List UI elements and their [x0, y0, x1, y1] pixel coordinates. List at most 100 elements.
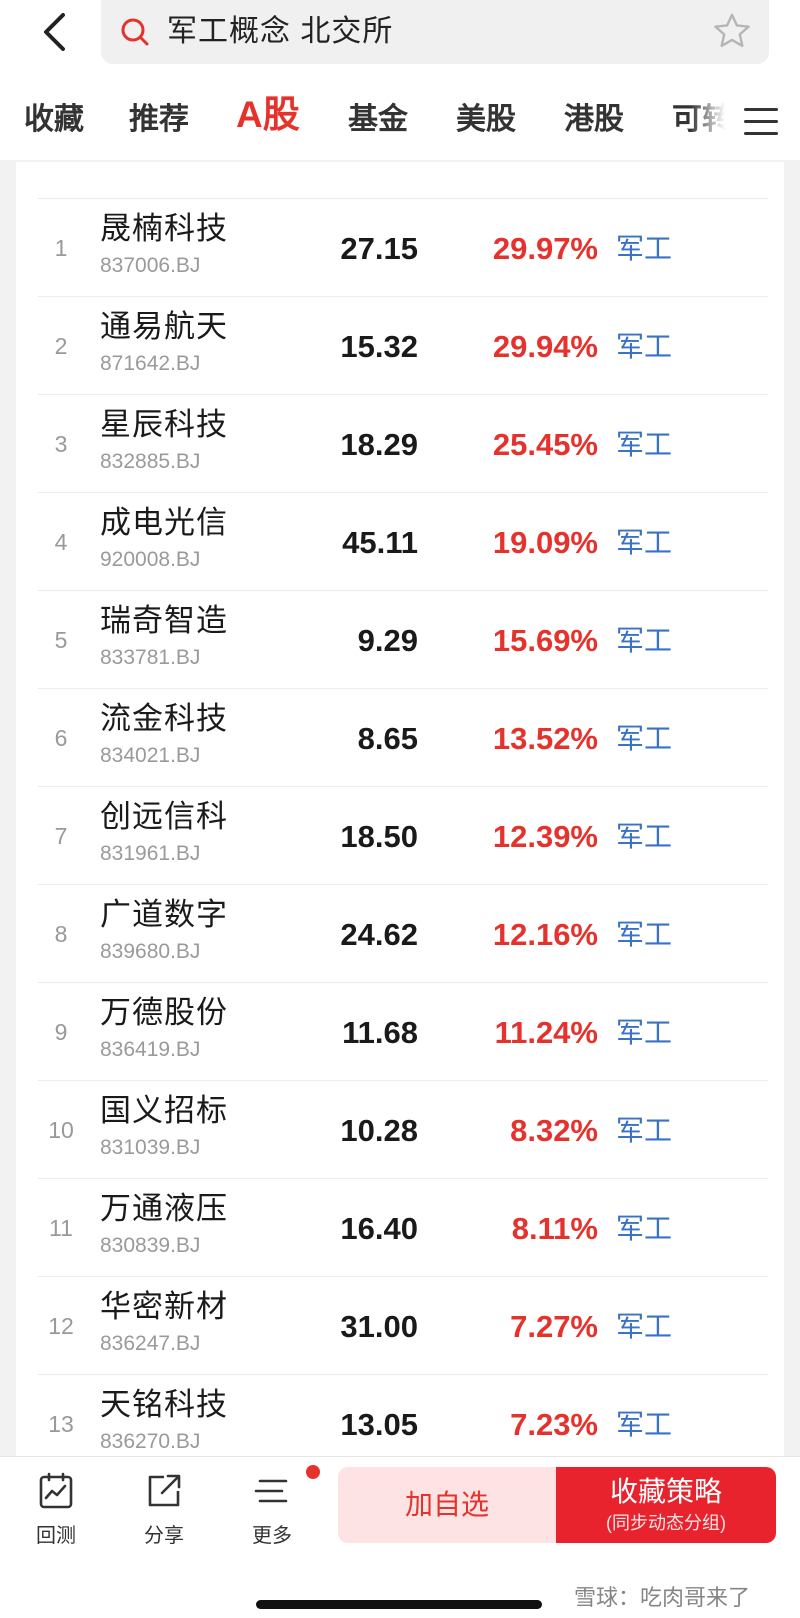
- stock-price: 18.29: [340, 427, 418, 462]
- stock-code: 836419.BJ: [100, 1038, 201, 1061]
- backtest-icon: [39, 1472, 73, 1509]
- stock-rank: 13: [48, 1411, 74, 1437]
- stock-row[interactable]: 7 创远信科 831961.BJ 18.50 12.39% 军工: [16, 787, 784, 885]
- save-strategy-button[interactable]: 收藏策略 (同步动态分组): [556, 1467, 776, 1543]
- stock-row[interactable]: 13 天铭科技 836270.BJ 13.05 7.23% 军工: [16, 1375, 784, 1460]
- stock-change: 8.32%: [510, 1113, 598, 1148]
- stock-name: 通易航天: [100, 309, 228, 344]
- search-icon: [121, 18, 149, 46]
- concept-tag[interactable]: 军工: [616, 427, 672, 463]
- tab-a-shares[interactable]: A股: [236, 95, 300, 135]
- concept-tag[interactable]: 军工: [616, 623, 672, 659]
- concept-tag[interactable]: 军工: [616, 1113, 672, 1149]
- stock-name: 万通液压: [100, 1191, 228, 1226]
- stock-price: 8.65: [357, 721, 418, 756]
- stock-rank: 9: [54, 1019, 68, 1045]
- stock-row[interactable]: 5 瑞奇智造 833781.BJ 9.29 15.69% 军工: [16, 591, 784, 689]
- stock-name: 广道数字: [100, 897, 228, 932]
- stock-price: 15.32: [340, 329, 418, 364]
- menu-icon[interactable]: [744, 108, 778, 138]
- stock-code: 831039.BJ: [100, 1136, 201, 1159]
- share-button[interactable]: 分享: [124, 1471, 204, 1561]
- stock-row[interactable]: 1 晟楠科技 837006.BJ 27.15 29.97% 军工: [16, 199, 784, 297]
- stock-change: 7.27%: [510, 1309, 598, 1344]
- concept-tag[interactable]: 军工: [616, 1309, 672, 1345]
- stock-name: 晟楠科技: [100, 211, 228, 246]
- search-query[interactable]: 军工概念 北交所: [167, 13, 393, 51]
- stock-change: 15.69%: [492, 623, 598, 658]
- stock-name: 流金科技: [100, 701, 228, 736]
- stock-row[interactable]: 11 万通液压 830839.BJ 16.40 8.11% 军工: [16, 1179, 784, 1277]
- backtest-label: 回测: [36, 1525, 76, 1547]
- stock-change: 8.11%: [511, 1211, 598, 1246]
- concept-tag[interactable]: 军工: [616, 1211, 672, 1247]
- concept-tag[interactable]: 军工: [616, 525, 672, 561]
- concept-tag[interactable]: 军工: [616, 1015, 672, 1051]
- stock-name: 星辰科技: [100, 407, 228, 442]
- stock-code: 839680.BJ: [100, 940, 201, 963]
- stock-row[interactable]: 2 通易航天 871642.BJ 15.32 29.94% 军工: [16, 297, 784, 395]
- concept-tag[interactable]: 军工: [616, 1407, 672, 1443]
- category-tabs: 收藏 推荐 A股 基金 美股 港股 可转: [0, 90, 800, 154]
- stock-code: 836270.BJ: [100, 1430, 201, 1453]
- stock-row[interactable]: 12 华密新材 836247.BJ 31.00 7.27% 军工: [16, 1277, 784, 1375]
- stock-price: 27.15: [340, 231, 418, 266]
- star-icon[interactable]: [713, 12, 751, 50]
- stock-name: 瑞奇智造: [100, 603, 228, 638]
- stock-row[interactable]: 10 国义招标 831039.BJ 10.28 8.32% 军工: [16, 1081, 784, 1179]
- top-bar: 军工概念 北交所 收藏 推荐 A股 基金 美股 港股 可转: [0, 0, 800, 160]
- add-watchlist-button[interactable]: 加自选: [338, 1467, 556, 1543]
- stock-code: 920008.BJ: [100, 548, 201, 571]
- tab-hk-stocks[interactable]: 港股: [564, 100, 624, 140]
- more-icon: [254, 1479, 288, 1503]
- stock-row[interactable]: 3 星辰科技 832885.BJ 18.29 25.45% 军工: [16, 395, 784, 493]
- stock-change: 29.94%: [492, 329, 598, 364]
- stock-row[interactable]: 8 广道数字 839680.BJ 24.62 12.16% 军工: [16, 885, 784, 983]
- stock-rank: 8: [54, 921, 68, 947]
- stock-code: 834021.BJ: [100, 744, 201, 767]
- stock-rank: 10: [48, 1117, 74, 1143]
- stock-price: 16.40: [340, 1211, 418, 1246]
- stock-rank: 3: [54, 431, 68, 457]
- stock-name: 创远信科: [100, 799, 228, 834]
- stock-price: 13.05: [340, 1407, 418, 1442]
- concept-tag[interactable]: 军工: [616, 819, 672, 855]
- concept-tag[interactable]: 军工: [616, 231, 672, 267]
- stock-rank: 1: [54, 235, 68, 261]
- stock-rank: 6: [54, 725, 68, 751]
- stock-change: 7.23%: [510, 1407, 598, 1442]
- stock-name: 天铭科技: [100, 1387, 228, 1422]
- tab-favorites[interactable]: 收藏: [24, 100, 84, 140]
- concept-tag[interactable]: 军工: [616, 329, 672, 365]
- stock-change: 13.52%: [492, 721, 598, 756]
- tab-funds[interactable]: 基金: [348, 100, 408, 140]
- stock-rank: 11: [49, 1215, 73, 1241]
- backtest-button[interactable]: 回测: [16, 1471, 96, 1561]
- stock-code: 832885.BJ: [100, 450, 201, 473]
- stock-rank: 5: [54, 627, 68, 653]
- stock-code: 871642.BJ: [100, 352, 201, 375]
- stock-row[interactable]: 6 流金科技 834021.BJ 8.65 13.52% 军工: [16, 689, 784, 787]
- stock-name: 国义招标: [100, 1093, 228, 1128]
- tab-us-stocks[interactable]: 美股: [456, 100, 516, 140]
- stock-code: 837006.BJ: [100, 254, 201, 277]
- stock-rank: 4: [54, 529, 68, 555]
- tab-convertible[interactable]: 可转: [672, 100, 732, 140]
- stock-change: 11.24%: [494, 1015, 598, 1050]
- stock-price: 11.68: [342, 1015, 418, 1050]
- concept-tag[interactable]: 军工: [616, 917, 672, 953]
- search-box[interactable]: 军工概念 北交所: [101, 0, 769, 64]
- concept-tag[interactable]: 军工: [616, 721, 672, 757]
- more-button[interactable]: 更多: [232, 1471, 312, 1561]
- stock-row[interactable]: 4 成电光信 920008.BJ 45.11 19.09% 军工: [16, 493, 784, 591]
- back-icon: [44, 13, 65, 51]
- stock-name: 万德股份: [100, 995, 228, 1030]
- stock-price: 18.50: [340, 819, 418, 854]
- back-button[interactable]: [34, 8, 74, 56]
- home-indicator: [256, 1600, 542, 1609]
- stock-rank: 7: [54, 823, 68, 849]
- stock-name: 成电光信: [100, 505, 228, 540]
- stock-price: 24.62: [340, 917, 418, 952]
- stock-row[interactable]: 9 万德股份 836419.BJ 11.68 11.24% 军工: [16, 983, 784, 1081]
- tab-recommend[interactable]: 推荐: [129, 100, 189, 140]
